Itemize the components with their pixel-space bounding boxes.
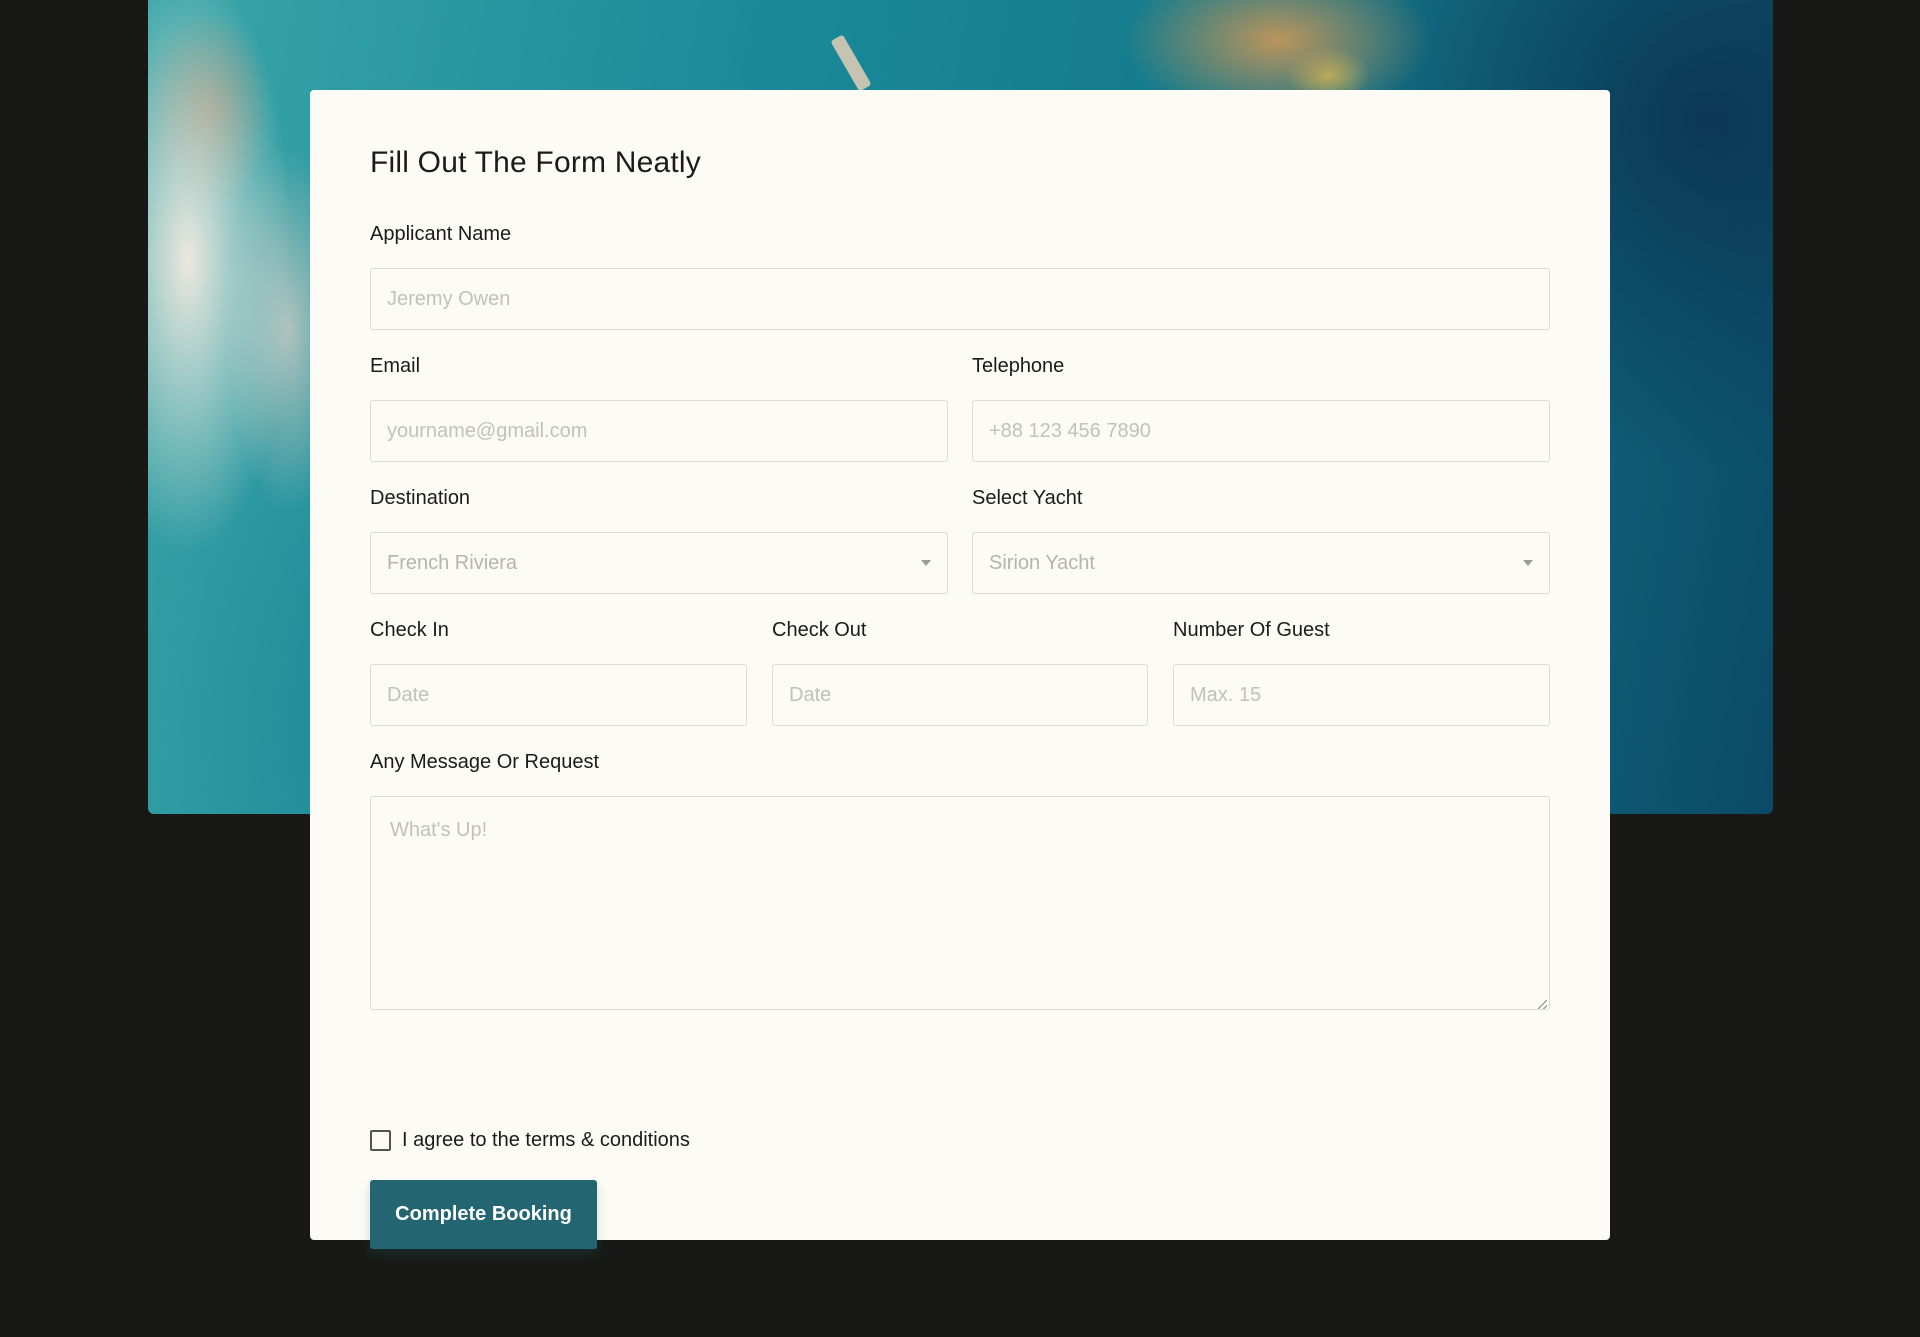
booking-form-card: Fill Out The Form Neatly Applicant Name … xyxy=(310,90,1610,1249)
check-in-input[interactable] xyxy=(370,664,747,726)
guests-input[interactable] xyxy=(1173,664,1550,726)
yacht-field: Select Yacht Sirion Yacht xyxy=(972,486,1550,594)
check-in-label: Check In xyxy=(370,619,449,641)
telephone-input[interactable] xyxy=(972,400,1550,462)
chevron-down-icon xyxy=(1523,560,1533,566)
chevron-down-icon xyxy=(921,560,931,566)
jetty-shape xyxy=(830,34,872,92)
form-title: Fill Out The Form Neatly xyxy=(370,146,701,179)
applicant-name-input[interactable] xyxy=(370,268,1550,330)
telephone-label: Telephone xyxy=(972,355,1065,377)
resize-handle-icon[interactable] xyxy=(1538,1000,1547,1009)
guests-field: Number Of Guest xyxy=(1173,618,1550,726)
applicant-name-field: Applicant Name xyxy=(370,222,1550,330)
message-textarea[interactable] xyxy=(370,796,1550,1010)
guests-label: Number Of Guest xyxy=(1173,619,1330,641)
yacht-selected-value: Sirion Yacht xyxy=(989,552,1095,574)
yacht-label: Select Yacht xyxy=(972,487,1083,509)
message-label: Any Message Or Request xyxy=(370,751,599,773)
terms-checkbox[interactable] xyxy=(370,1129,391,1151)
check-out-input[interactable] xyxy=(772,664,1148,726)
destination-label: Destination xyxy=(370,487,471,509)
email-field: Email xyxy=(370,354,948,462)
email-input[interactable] xyxy=(370,400,948,462)
applicant-name-label: Applicant Name xyxy=(370,223,512,245)
check-out-field: Check Out xyxy=(772,618,1148,726)
destination-selected-value: French Riviera xyxy=(387,552,518,574)
yacht-select[interactable]: Sirion Yacht xyxy=(972,532,1550,594)
complete-booking-button[interactable]: Complete Booking xyxy=(370,1180,597,1249)
terms-label: I agree to the terms & conditions xyxy=(402,1128,690,1151)
email-label: Email xyxy=(370,355,421,377)
message-field: Any Message Or Request xyxy=(370,750,1550,1010)
check-out-label: Check Out xyxy=(772,619,867,641)
destination-field: Destination French Riviera xyxy=(370,486,948,594)
terms-agreement: I agree to the terms & conditions xyxy=(370,1128,690,1152)
check-in-field: Check In xyxy=(370,618,747,726)
destination-select[interactable]: French Riviera xyxy=(370,532,948,594)
telephone-field: Telephone xyxy=(972,354,1550,462)
